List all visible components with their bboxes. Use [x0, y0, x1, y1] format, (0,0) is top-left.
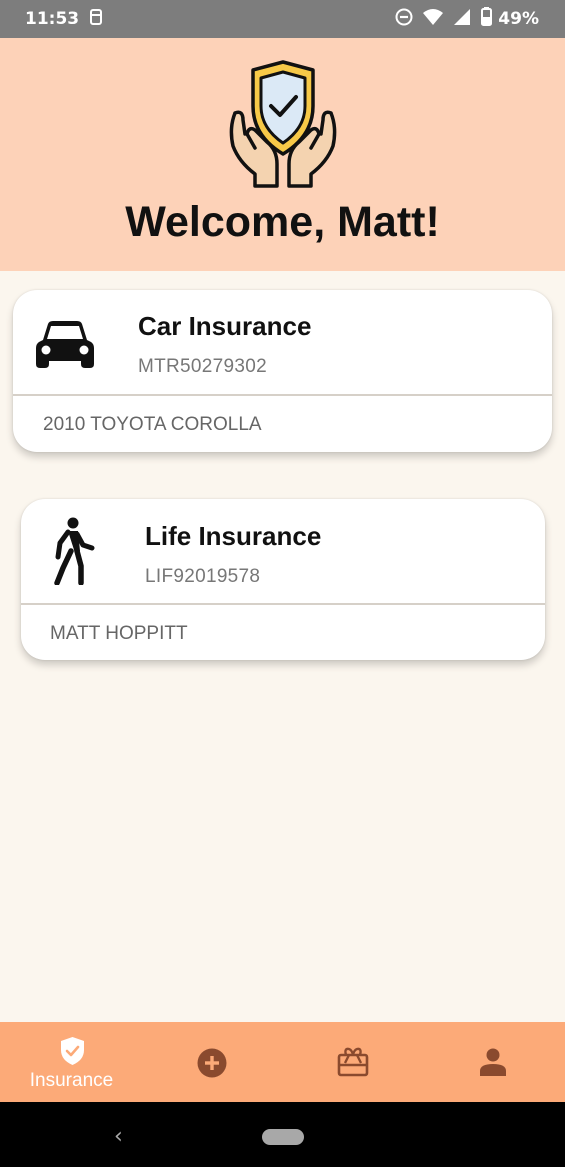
battery-icon — [481, 7, 493, 31]
policy-title: Life Insurance — [145, 521, 322, 551]
screenshot-icon — [89, 8, 103, 31]
nav-label-insurance: Insurance — [29, 1070, 114, 1091]
wifi-icon — [423, 8, 444, 31]
welcome-title: Welcome, Matt! — [125, 198, 440, 246]
plus-circle-icon — [197, 1048, 227, 1083]
battery-percent: 49% — [498, 9, 539, 29]
card-divider — [13, 394, 552, 396]
policy-title: Car Insurance — [138, 311, 312, 341]
nav-item-rewards[interactable] — [282, 1022, 423, 1102]
policy-number: LIF92019578 — [145, 566, 261, 587]
policy-number: MTR50279302 — [138, 356, 267, 377]
home-pill[interactable] — [262, 1129, 304, 1145]
status-bar: 11:53 49% — [0, 0, 565, 38]
policy-subtitle: MATT HOPPITT — [50, 623, 188, 644]
shield-hands-icon — [225, 58, 341, 188]
bottom-nav: Insurance — [0, 1022, 565, 1102]
gift-card-icon — [337, 1047, 369, 1082]
walking-person-icon — [51, 517, 95, 590]
back-icon[interactable]: ‹ — [114, 1124, 123, 1149]
system-navigation-bar: ‹ — [0, 1102, 565, 1167]
car-icon — [36, 320, 94, 375]
shield-check-icon — [60, 1036, 85, 1071]
nav-item-add[interactable] — [141, 1022, 282, 1102]
policy-subtitle: 2010 TOYOTA COROLLA — [43, 414, 262, 435]
person-icon — [480, 1048, 506, 1081]
welcome-header: Welcome, Matt! — [0, 38, 565, 271]
policy-card-car[interactable]: Car Insurance MTR50279302 2010 TOYOTA CO… — [13, 290, 552, 452]
signal-icon — [453, 8, 471, 31]
policy-card-life[interactable]: Life Insurance LIF92019578 MATT HOPPITT — [21, 499, 545, 660]
status-time: 11:53 — [25, 9, 80, 29]
nav-item-insurance[interactable]: Insurance — [1, 1022, 142, 1102]
dnd-icon — [395, 8, 413, 31]
card-divider — [21, 603, 545, 605]
nav-item-profile[interactable] — [423, 1022, 564, 1102]
